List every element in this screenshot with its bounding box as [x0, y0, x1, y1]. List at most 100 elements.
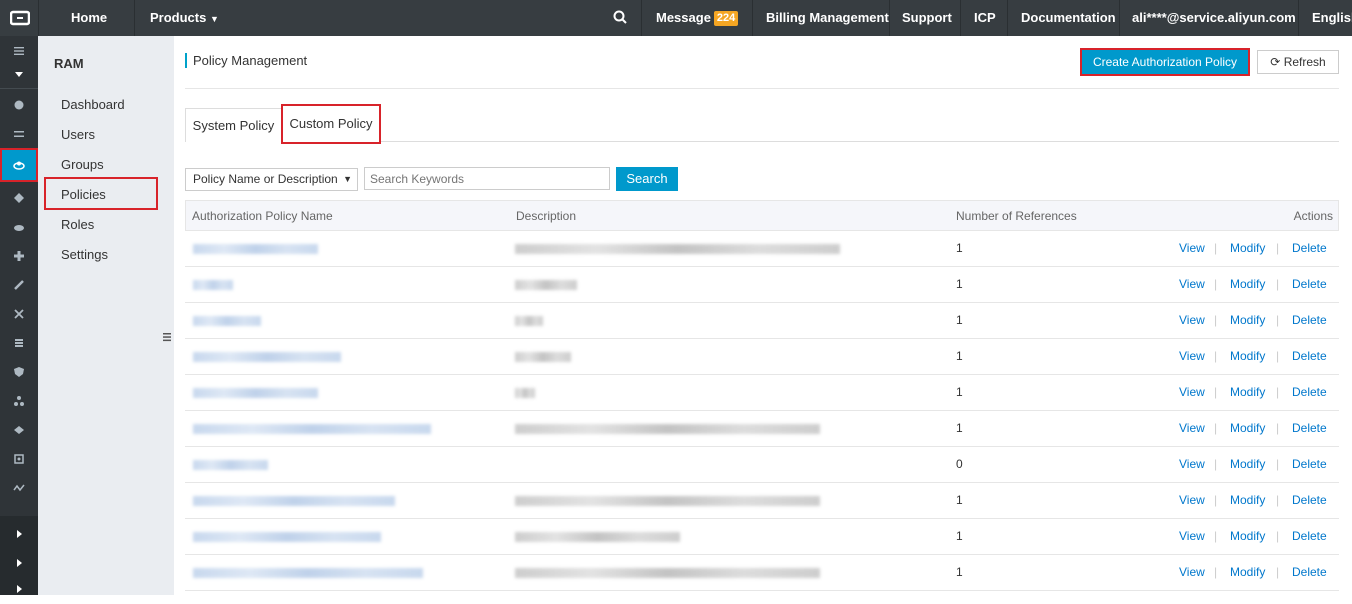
sidebar-item-groups[interactable]: Groups [61, 157, 104, 172]
shield-icon[interactable] [0, 357, 38, 387]
deploy-icon[interactable] [0, 415, 38, 445]
search-input[interactable] [364, 167, 610, 190]
policy-name-link[interactable] [193, 460, 268, 470]
view-link[interactable]: View [1179, 493, 1205, 507]
column-header-references: Number of References [956, 209, 1077, 223]
delete-link[interactable]: Delete [1292, 349, 1327, 363]
modify-link[interactable]: Modify [1230, 313, 1265, 327]
expand-down-icon[interactable] [0, 59, 38, 89]
message-link[interactable]: Message 224 [656, 0, 739, 36]
delete-link[interactable]: Delete [1292, 421, 1327, 435]
action-separator: | [1214, 349, 1218, 363]
view-link[interactable]: View [1179, 565, 1205, 579]
policy-name-link[interactable] [193, 532, 381, 542]
policy-name-link[interactable] [193, 424, 431, 434]
policy-name-link[interactable] [193, 316, 261, 326]
view-link[interactable]: View [1179, 277, 1205, 291]
policy-name-link[interactable] [193, 280, 233, 290]
view-link[interactable]: View [1179, 241, 1205, 255]
home-link[interactable]: Home [71, 0, 107, 36]
transfer-icon[interactable] [0, 119, 38, 149]
tab-custom-policy[interactable]: Custom Policy [281, 104, 381, 144]
account-menu[interactable]: ali****@service.aliyun.com [1132, 0, 1296, 36]
action-separator: | [1214, 493, 1218, 507]
delete-link[interactable]: Delete [1292, 277, 1327, 291]
column-header-actions: Actions [1293, 209, 1333, 223]
view-link[interactable]: View [1179, 349, 1205, 363]
billing-management-link[interactable]: Billing Management [766, 0, 889, 36]
delete-link[interactable]: Delete [1292, 385, 1327, 399]
settings-icon[interactable] [0, 444, 38, 474]
function-icon[interactable] [0, 473, 38, 503]
delete-link[interactable]: Delete [1292, 313, 1327, 327]
language-selector[interactable]: English [1312, 0, 1352, 36]
cloud-server-icon[interactable] [0, 90, 38, 120]
view-link[interactable]: View [1179, 385, 1205, 399]
products-menu[interactable]: Products ▼ [150, 0, 219, 36]
modify-link[interactable]: Modify [1230, 529, 1265, 543]
modify-link[interactable]: Modify [1230, 457, 1265, 471]
modify-link[interactable]: Modify [1230, 277, 1265, 291]
view-link[interactable]: View [1179, 529, 1205, 543]
action-separator: | [1214, 385, 1218, 399]
tools-icon[interactable] [0, 270, 38, 300]
table-row: 1 View | Modify | Delete [185, 483, 1339, 519]
sidebar-item-dashboard[interactable]: Dashboard [61, 97, 125, 112]
policy-name-link[interactable] [193, 496, 395, 506]
action-separator: | [1214, 241, 1218, 255]
policy-description [515, 568, 820, 578]
view-link[interactable]: View [1179, 313, 1205, 327]
modify-link[interactable]: Modify [1230, 241, 1265, 255]
sidebar-item-roles[interactable]: Roles [61, 217, 94, 232]
create-authorization-policy-button[interactable]: Create Authorization Policy [1080, 48, 1250, 76]
tab-system-policy[interactable]: System Policy [185, 108, 282, 142]
modify-link[interactable]: Modify [1230, 565, 1265, 579]
shuffle-icon[interactable] [0, 299, 38, 329]
cloud-icon[interactable] [0, 212, 38, 242]
reference-count: 1 [956, 385, 963, 399]
modify-link[interactable]: Modify [1230, 349, 1265, 363]
refresh-icon: ⟳ [1270, 55, 1281, 69]
delete-link[interactable]: Delete [1292, 241, 1327, 255]
modify-link[interactable]: Modify [1230, 421, 1265, 435]
view-link[interactable]: View [1179, 421, 1205, 435]
refresh-button[interactable]: ⟳ Refresh [1257, 50, 1339, 74]
delete-link[interactable]: Delete [1292, 529, 1327, 543]
documentation-link[interactable]: Documentation [1021, 0, 1116, 36]
action-separator: | [1276, 277, 1280, 291]
reference-count: 1 [956, 277, 963, 291]
delete-link[interactable]: Delete [1292, 493, 1327, 507]
modify-link[interactable]: Modify [1230, 493, 1265, 507]
policy-name-link[interactable] [193, 568, 423, 578]
action-separator: | [1214, 313, 1218, 327]
ram-icon[interactable] [0, 148, 38, 182]
sidebar-item-settings[interactable]: Settings [61, 247, 108, 262]
policy-name-link[interactable] [193, 352, 341, 362]
filter-select[interactable]: Policy Name or Description ▼ [185, 168, 358, 191]
expand-right-icon[interactable] [0, 574, 38, 604]
action-separator: | [1276, 241, 1280, 255]
cross-icon[interactable] [0, 241, 38, 271]
network-icon[interactable] [0, 183, 38, 213]
aliyun-logo-icon[interactable] [9, 0, 31, 36]
sidebar-item-users[interactable]: Users [61, 127, 95, 142]
delete-link[interactable]: Delete [1292, 457, 1327, 471]
cluster-icon[interactable] [0, 386, 38, 416]
filter-select-value: Policy Name or Description [193, 172, 338, 186]
view-link[interactable]: View [1179, 457, 1205, 471]
policy-name-link[interactable] [193, 388, 318, 398]
main-content: Policy Management Create Authorization P… [174, 36, 1352, 595]
column-header-name: Authorization Policy Name [192, 209, 333, 223]
search-button[interactable]: Search [616, 167, 678, 191]
modify-link[interactable]: Modify [1230, 385, 1265, 399]
sidebar-item-policies[interactable]: Policies [61, 187, 106, 202]
icp-link[interactable]: ICP [974, 0, 996, 36]
products-label: Products [150, 10, 207, 25]
support-link[interactable]: Support [902, 0, 952, 36]
caret-down-icon: ▼ [209, 14, 219, 24]
database-icon[interactable] [0, 328, 38, 358]
delete-link[interactable]: Delete [1292, 565, 1327, 579]
search-icon[interactable] [613, 0, 627, 36]
policy-name-link[interactable] [193, 244, 318, 254]
expand-right-icon[interactable] [0, 519, 38, 549]
